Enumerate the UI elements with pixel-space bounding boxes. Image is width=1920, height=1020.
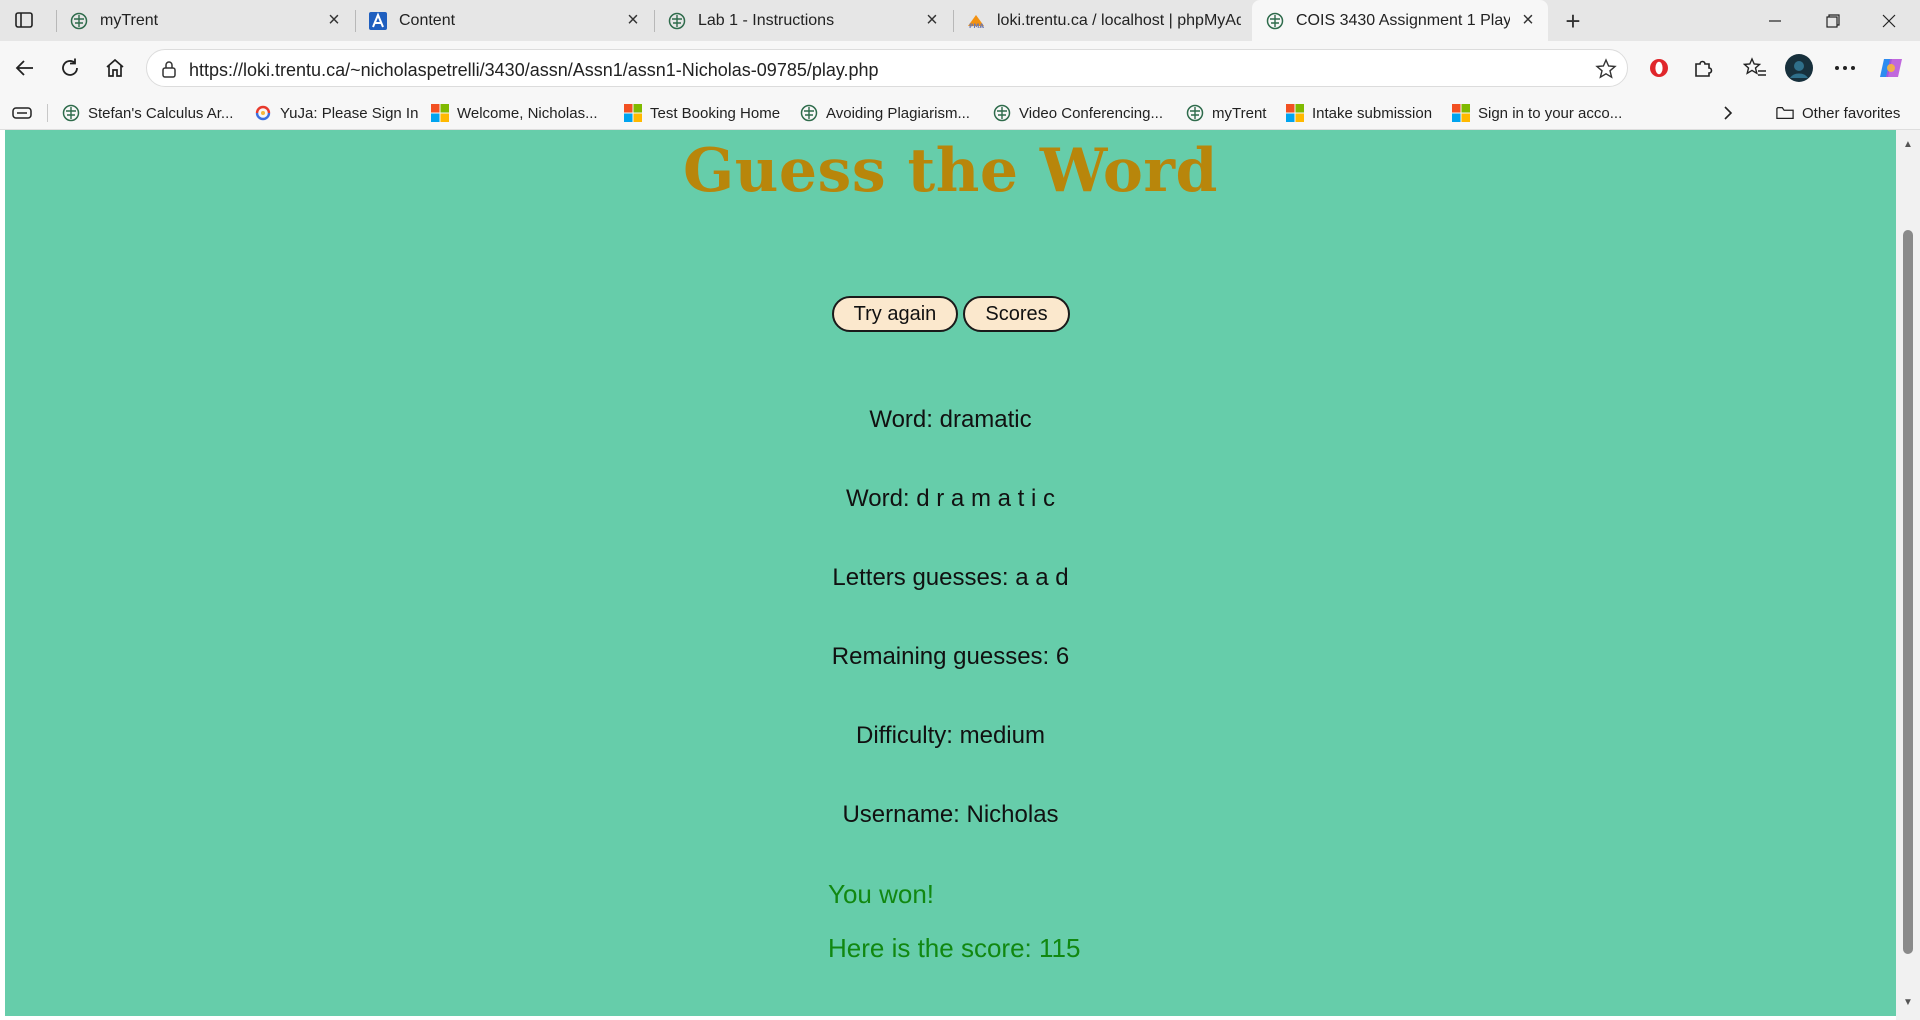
bookmark-video-conferencing[interactable]: Video Conferencing... (993, 102, 1163, 124)
trent-crest-icon (1266, 12, 1284, 30)
profile-avatar[interactable] (1784, 53, 1814, 83)
favorites-star-list-icon[interactable] (1740, 53, 1770, 83)
address-bar[interactable]: https://loki.trentu.ca/~nicholaspetrelli… (146, 49, 1628, 87)
close-icon[interactable]: × (623, 9, 643, 31)
scroll-up-arrow-icon[interactable]: ▲ (1902, 138, 1914, 150)
close-icon[interactable]: × (324, 9, 344, 31)
back-arrow-icon[interactable] (8, 51, 42, 85)
bookmark-welcome-nicholas[interactable]: Welcome, Nicholas... (431, 102, 598, 124)
trent-crest-icon (70, 12, 88, 30)
trent-crest-icon (668, 12, 686, 30)
score-message: Here is the score: 115 (828, 933, 1081, 963)
phpmyadmin-icon: PMA (967, 12, 985, 30)
extensions-puzzle-icon[interactable] (1688, 53, 1718, 83)
bookmark-stefans-calculus[interactable]: Stefan's Calculus Ar... (62, 102, 233, 124)
tab-title: COIS 3430 Assignment 1 Play (1296, 11, 1510, 29)
url-text[interactable]: https://loki.trentu.ca/~nicholaspetrelli… (189, 60, 879, 81)
browser-toolbar: https://loki.trentu.ca/~nicholaspetrelli… (0, 41, 1920, 95)
new-tab-plus-icon[interactable]: + (1558, 6, 1588, 36)
bookmark-label: Stefan's Calculus Ar... (88, 104, 234, 122)
other-favorites[interactable]: Other favorites (1776, 102, 1900, 124)
opera-extension-icon[interactable] (1644, 53, 1674, 83)
trent-crest-icon (62, 104, 80, 122)
try-again-button[interactable]: Try again (832, 296, 958, 332)
spaced-word-line: Word: d r a m a t i c (846, 485, 1055, 512)
tab-title: myTrent (100, 11, 159, 29)
tab-divider (953, 10, 954, 32)
bookmarks-divider (47, 104, 48, 122)
page-title: Guess the Word (683, 136, 1218, 206)
win-message: You won! (828, 879, 935, 909)
other-favorites-label: Other favorites (1802, 104, 1901, 122)
tab-title: Content (399, 11, 456, 29)
bookmark-intake-submission[interactable]: Intake submission (1286, 102, 1432, 124)
word-line: Word: dramatic (869, 406, 1032, 433)
home-icon[interactable] (98, 51, 132, 85)
favorite-star-icon[interactable] (1595, 58, 1617, 85)
bookmark-label: Video Conferencing... (1019, 104, 1163, 122)
sidebar-toggle-icon[interactable] (8, 6, 40, 34)
tab-lab-instructions[interactable]: Lab 1 - Instructions × (654, 0, 952, 41)
page-scrollbar[interactable]: ▲ ▼ (1896, 130, 1920, 1020)
tab-phpmyadmin[interactable]: PMA loki.trentu.ca / localhost | phpMyAd… (953, 0, 1251, 41)
bookmark-avoiding-plagiarism[interactable]: Avoiding Plagiarism... (800, 102, 970, 124)
tab-strip: myTrent × Content × Lab 1 - Instructions… (0, 0, 1920, 41)
bookmark-label: Intake submission (1312, 104, 1433, 122)
scores-button[interactable]: Scores (963, 296, 1070, 332)
copilot-icon[interactable] (1876, 53, 1906, 83)
folder-icon (1776, 104, 1794, 122)
brightspace-a-icon (369, 11, 387, 30)
username-line: Username: Nicholas (842, 801, 1059, 828)
tab-divider (56, 10, 57, 32)
bookmark-yuja[interactable]: YuJa: Please Sign In (254, 102, 418, 124)
scroll-down-arrow-icon[interactable]: ▼ (1902, 996, 1914, 1008)
bookmark-label: Sign in to your acco... (1478, 104, 1623, 122)
tab-divider (654, 10, 655, 32)
microsoft-icon (624, 104, 642, 122)
bookmark-sign-in[interactable]: Sign in to your acco... (1452, 102, 1622, 124)
remaining-guesses-line: Remaining guesses: 6 (831, 643, 1070, 670)
tab-mytrent[interactable]: myTrent × (56, 0, 354, 41)
trent-crest-icon (1186, 104, 1204, 122)
tab-divider (355, 10, 356, 32)
bookmark-mytrent[interactable]: myTrent (1186, 102, 1266, 124)
close-icon[interactable]: × (1518, 9, 1538, 31)
svg-text:PMA: PMA (969, 23, 984, 30)
bookmark-label: Welcome, Nicholas... (457, 104, 598, 122)
bookmark-label: Test Booking Home (650, 104, 781, 122)
reload-icon[interactable] (53, 51, 87, 85)
tab-title: loki.trentu.ca / localhost | phpMyAdmin (997, 11, 1241, 29)
tab-title: Lab 1 - Instructions (698, 11, 835, 29)
letters-guessed-line: Letters guesses: a a d (832, 564, 1069, 591)
microsoft-icon (1452, 104, 1470, 122)
window-close-icon[interactable] (1866, 0, 1912, 41)
bookmark-label: myTrent (1212, 104, 1267, 122)
bookmark-test-booking-home[interactable]: Test Booking Home (624, 102, 780, 124)
trent-crest-icon (800, 104, 818, 122)
page-viewport: Guess the Word Try again Scores Word: dr… (5, 130, 1896, 1016)
minimize-icon[interactable] (1752, 0, 1798, 41)
microsoft-icon (1286, 104, 1304, 122)
microsoft-icon (431, 104, 449, 122)
close-icon[interactable]: × (922, 9, 942, 31)
difficulty-line: Difficulty: medium (856, 722, 1045, 749)
more-options-icon[interactable] (1830, 53, 1860, 83)
collections-icon[interactable] (12, 102, 32, 124)
yuja-icon (254, 104, 272, 122)
bookmarks-bar: Stefan's Calculus Ar... YuJa: Please Sig… (0, 95, 1920, 130)
tab-content[interactable]: Content × (355, 0, 653, 41)
trent-crest-icon (993, 104, 1011, 122)
restore-icon[interactable] (1810, 0, 1856, 41)
bookmark-label: Avoiding Plagiarism... (826, 104, 970, 122)
site-info-lock-icon[interactable] (161, 60, 177, 83)
tab-cois-3430-play[interactable]: COIS 3430 Assignment 1 Play × (1252, 0, 1548, 41)
bookmarks-overflow-chevron-icon[interactable] (1722, 102, 1734, 124)
bookmark-label: YuJa: Please Sign In (280, 104, 419, 122)
scrollbar-thumb[interactable] (1903, 230, 1913, 954)
